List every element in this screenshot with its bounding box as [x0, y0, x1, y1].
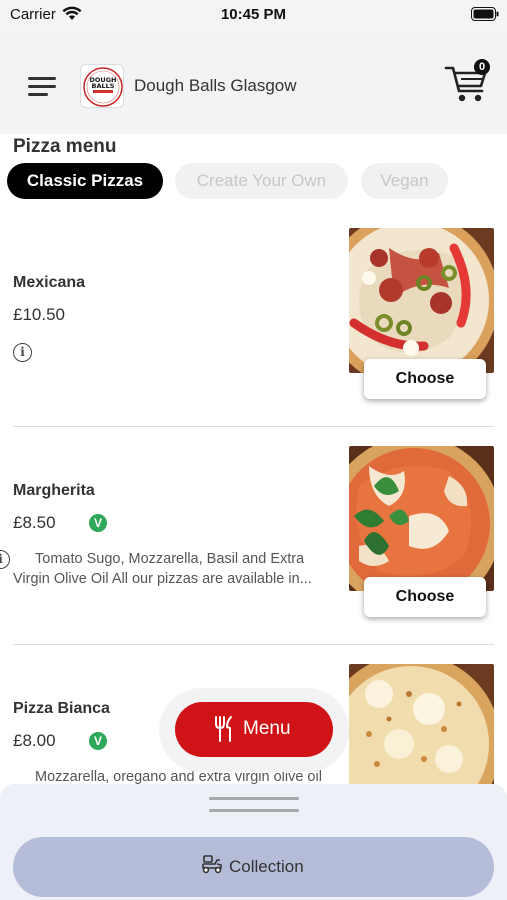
item-price: £10.50	[13, 305, 65, 324]
menu-button-label: Menu	[243, 718, 291, 739]
item-description: i Tomato Sugo, Mozzarella, Basil and Extr…	[0, 549, 323, 589]
app-header: DOUGH BALLS Dough Balls Glasgow 0	[0, 36, 507, 134]
store-name: Dough Balls Glasgow	[134, 76, 297, 95]
cutlery-icon	[213, 715, 235, 749]
pizza-image-margherita[interactable]	[349, 446, 494, 591]
pizza-image-bianca[interactable]	[349, 664, 494, 785]
logo-text-line2: BALLS	[92, 82, 115, 90]
vegetarian-badge: V	[89, 514, 107, 532]
tab-classic-pizzas[interactable]: Classic Pizzas	[7, 163, 163, 199]
delivery-scooter-icon	[201, 854, 223, 879]
item-price: £8.00	[13, 731, 56, 750]
battery-icon	[471, 7, 499, 26]
divider	[13, 426, 494, 427]
collection-button[interactable]: Collection	[13, 837, 494, 897]
pizza-image-mexicana[interactable]	[349, 228, 494, 373]
cart-count-badge: 0	[474, 59, 490, 75]
collection-label: Collection	[229, 857, 304, 876]
item-name: Mexicana	[13, 274, 86, 291]
status-time: 10:45 PM	[220, 6, 287, 23]
status-bar: Carrier 10:45 PM	[0, 0, 507, 36]
menu-button[interactable]: Menu	[175, 702, 333, 757]
tab-create-your-own[interactable]: Create Your Own	[175, 163, 348, 199]
hamburger-menu-icon[interactable]	[28, 74, 58, 98]
item-price: £8.50	[13, 513, 56, 532]
item-name: Pizza Bianca	[13, 700, 110, 717]
choose-button[interactable]: Choose	[364, 359, 486, 399]
tab-vegan[interactable]: Vegan	[361, 163, 448, 199]
section-title: Pizza menu	[13, 136, 117, 157]
sheet-handle[interactable]	[209, 809, 299, 812]
info-icon[interactable]: i	[0, 550, 10, 569]
vegetarian-badge: V	[89, 732, 107, 750]
sheet-handle[interactable]	[209, 797, 299, 800]
choose-button[interactable]: Choose	[364, 577, 486, 617]
store-logo: DOUGH BALLS	[80, 64, 124, 108]
divider	[13, 644, 494, 645]
info-icon[interactable]: i	[13, 343, 32, 362]
item-name: Margherita	[13, 482, 95, 499]
